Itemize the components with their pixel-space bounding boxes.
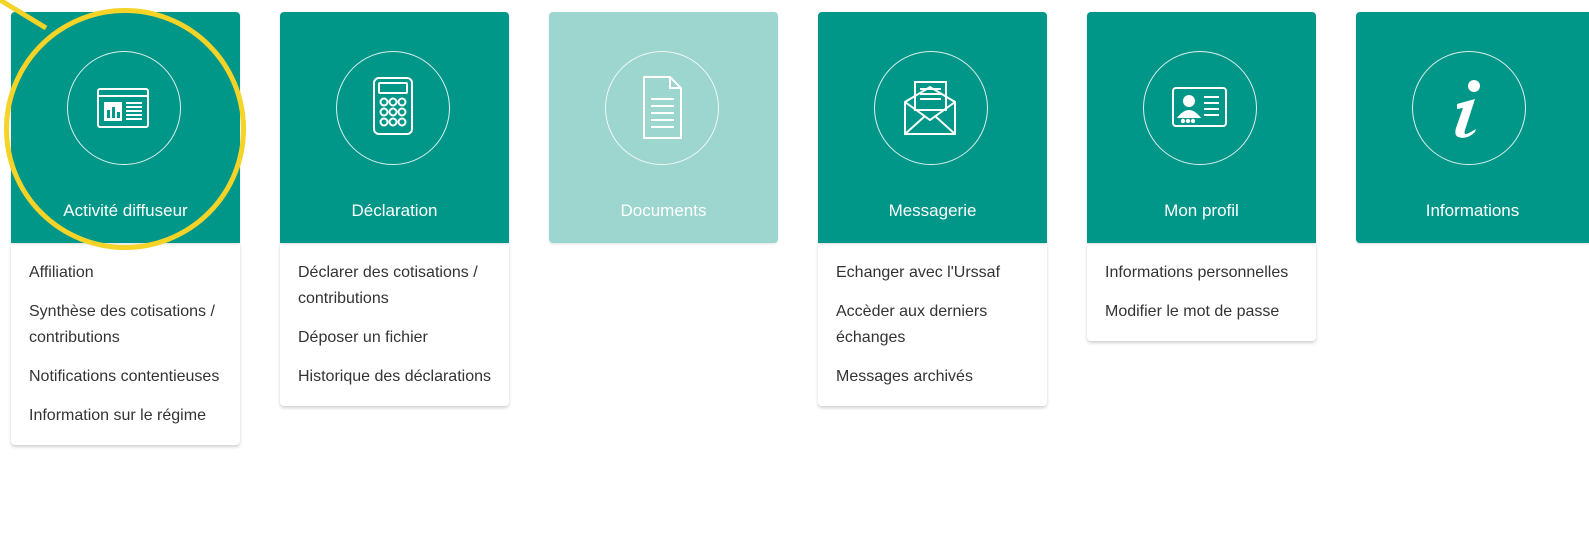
menu-item-deposer-fichier[interactable]: Déposer un fichier xyxy=(298,325,491,351)
menu-item-declarer-cotisations[interactable]: Déclarer des cotisations / contributions xyxy=(298,260,491,312)
menu-item-informations-personnelles[interactable]: Informations personnelles xyxy=(1105,260,1298,286)
menu-item-modifier-mot-de-passe[interactable]: Modifier le mot de passe xyxy=(1105,299,1298,325)
tile-header-activite-diffuseur[interactable]: Activité diffuseur xyxy=(11,12,240,243)
tile-messagerie: Messagerie Echanger avec l'Urssaf Accède… xyxy=(818,12,1047,406)
tile-informations: Informations xyxy=(1356,12,1589,243)
tile-menu: Déclarer des cotisations / contributions… xyxy=(280,243,509,406)
tile-title: Messagerie xyxy=(888,201,977,220)
tile-header-declaration[interactable]: Déclaration xyxy=(280,12,509,243)
tile-activite-diffuseur: Activité diffuseur Affiliation Synthèse … xyxy=(11,12,240,445)
menu-item-synthese-cotisations[interactable]: Synthèse des cotisations / contributions xyxy=(29,299,222,351)
tile-header-informations[interactable]: Informations xyxy=(1356,12,1589,243)
id-card-icon xyxy=(1143,51,1257,165)
tile-header-mon-profil[interactable]: Mon profil xyxy=(1087,12,1316,243)
tile-menu: Echanger avec l'Urssaf Accèder aux derni… xyxy=(818,243,1047,406)
document-icon xyxy=(605,51,719,165)
menu-item-derniers-echanges[interactable]: Accèder aux derniers échanges xyxy=(836,299,1029,351)
tile-title: Mon profil xyxy=(1164,201,1239,220)
tile-mon-profil: Mon profil Informations personnelles Mod… xyxy=(1087,12,1316,341)
tile-menu: Informations personnelles Modifier le mo… xyxy=(1087,243,1316,341)
tile-title: Activité diffuseur xyxy=(63,201,188,220)
dashboard-chart-icon xyxy=(67,51,181,165)
menu-item-notifications-contentieuses[interactable]: Notifications contentieuses xyxy=(29,364,222,390)
menu-item-information-regime[interactable]: Information sur le régime xyxy=(29,403,222,429)
menu-item-messages-archives[interactable]: Messages archivés xyxy=(836,364,1029,390)
envelope-icon xyxy=(874,51,988,165)
tile-title: Documents xyxy=(620,201,707,220)
tile-declaration: Déclaration Déclarer des cotisations / c… xyxy=(280,12,509,406)
dashboard-tiles: Activité diffuseur Affiliation Synthèse … xyxy=(0,0,1589,555)
calculator-icon xyxy=(336,51,450,165)
tile-header-messagerie[interactable]: Messagerie xyxy=(818,12,1047,243)
tile-title: Déclaration xyxy=(351,201,438,220)
tile-documents: Documents xyxy=(549,12,778,243)
tile-header-documents[interactable]: Documents xyxy=(549,12,778,243)
menu-item-echanger-urssaf[interactable]: Echanger avec l'Urssaf xyxy=(836,260,1029,286)
tile-title: Informations xyxy=(1425,201,1520,220)
info-icon xyxy=(1412,51,1526,165)
menu-item-historique-declarations[interactable]: Historique des déclarations xyxy=(298,364,491,390)
tile-menu: Affiliation Synthèse des cotisations / c… xyxy=(11,243,240,445)
menu-item-affiliation[interactable]: Affiliation xyxy=(29,260,222,286)
